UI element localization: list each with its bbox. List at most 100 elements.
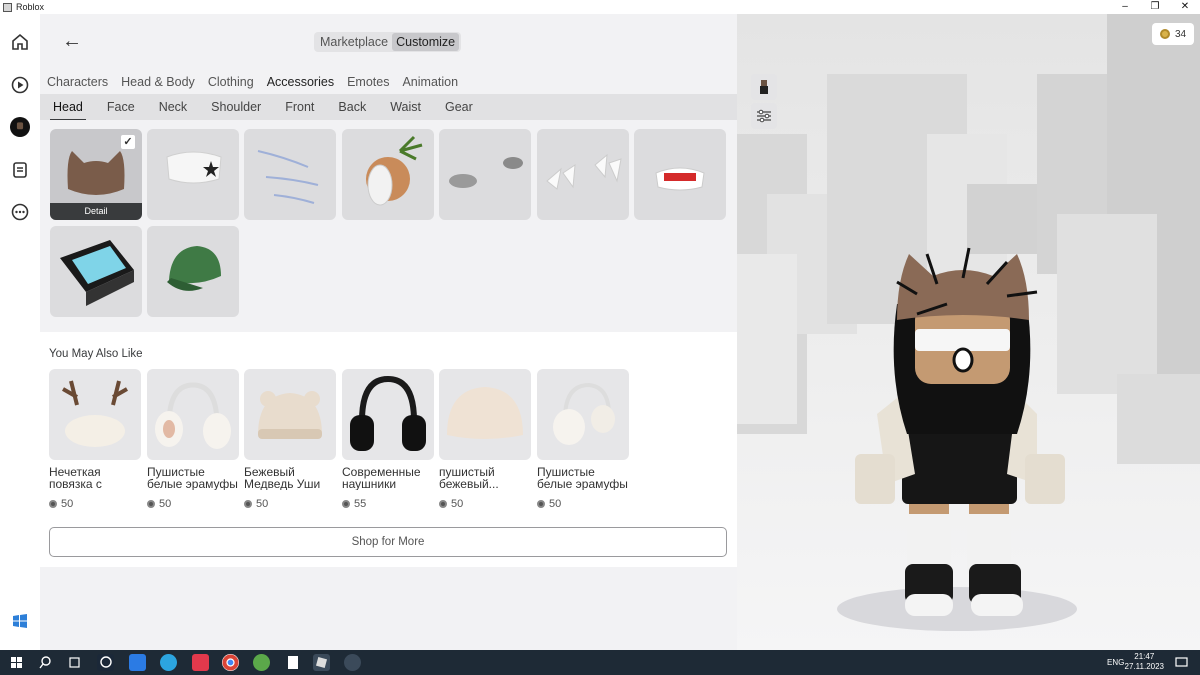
category-tabs: Characters Head & Body Clothing Accessor…	[40, 70, 737, 94]
subtab-back[interactable]: Back	[338, 100, 366, 114]
subtab-gear[interactable]: Gear	[445, 100, 473, 114]
item-name: Нечеткая повязка с	[49, 466, 102, 490]
inventory-item-cat-ear-hat[interactable]: ✓ Detail	[50, 129, 142, 220]
coconut-headphones-thumbnail	[366, 135, 423, 206]
tab-characters[interactable]: Characters	[47, 75, 108, 89]
antler-headband-thumbnail	[49, 369, 141, 460]
recommendation-item[interactable]: Пушистые белые эрамуфы 50	[537, 369, 629, 510]
media-app-icon[interactable]	[192, 654, 209, 671]
sliders-icon	[757, 109, 771, 123]
customize-tab[interactable]: Customize	[392, 33, 460, 51]
tab-animation[interactable]: Animation	[402, 75, 458, 89]
avatar-icon[interactable]	[10, 117, 30, 137]
avatar-preview-toggle[interactable]	[751, 74, 777, 100]
item-price: 50	[244, 498, 336, 510]
robux-balance[interactable]: 34	[1152, 23, 1194, 45]
equipped-check-icon: ✓	[121, 135, 135, 149]
more-icon[interactable]	[10, 202, 30, 222]
shop-for-more-button[interactable]: Shop for More	[49, 527, 727, 557]
clock[interactable]: 21:47 27.11.2023	[1125, 652, 1164, 672]
star-beanie-thumbnail	[166, 151, 222, 184]
item-name: Пушистые белые эрамуфы	[147, 466, 238, 490]
subtab-front[interactable]: Front	[285, 100, 314, 114]
settings-sliders-button[interactable]	[751, 103, 777, 129]
recommendation-item[interactable]: Современные наушники 55	[342, 369, 434, 510]
telegram-icon[interactable]	[160, 654, 177, 671]
item-price: 50	[537, 498, 629, 510]
catalog-icon[interactable]	[10, 160, 30, 180]
subtab-shoulder[interactable]: Shoulder	[211, 100, 261, 114]
chrome-icon[interactable]	[222, 654, 239, 671]
inventory-item-sparkle-strands[interactable]	[244, 129, 336, 220]
restore-button[interactable]: ❐	[1140, 0, 1170, 14]
item-price: 50	[147, 498, 239, 510]
back-button[interactable]: ←	[62, 30, 82, 53]
inventory-item-clip-accessory[interactable]	[439, 129, 531, 220]
zoom-app-icon[interactable]	[129, 654, 146, 671]
fluffy-earmuffs-thumbnail	[537, 369, 629, 460]
roblox-taskbar-icon[interactable]	[313, 654, 330, 671]
customize-header: ← Marketplace Customize	[40, 14, 737, 70]
subtab-face[interactable]: Face	[107, 100, 135, 114]
tab-accessories[interactable]: Accessories	[267, 75, 334, 89]
robux-icon	[439, 500, 447, 508]
robux-icon	[244, 500, 252, 508]
file-icon[interactable]	[284, 654, 301, 671]
close-button[interactable]: ✕	[1170, 0, 1200, 14]
roblox-app-icon	[3, 2, 12, 12]
recommendation-item[interactable]: Пушистые белые эрамуфы 50	[147, 369, 239, 510]
inventory-item-green-plaid-cap[interactable]	[147, 226, 239, 317]
avatar-viewport[interactable]: 34	[737, 14, 1200, 650]
inventory-item-coconut-headphones[interactable]	[342, 129, 434, 220]
task-view-icon[interactable]	[66, 654, 83, 671]
robux-icon	[147, 500, 155, 508]
item-name: пушистый бежевый...	[439, 466, 499, 490]
subtab-neck[interactable]: Neck	[159, 100, 187, 114]
windows-taskbar: ENG 21:47 27.11.2023	[0, 650, 1200, 675]
mode-switch: Marketplace Customize	[314, 32, 462, 52]
window-title: Roblox	[16, 2, 45, 12]
subtab-waist[interactable]: Waist	[390, 100, 421, 114]
minimize-button[interactable]: –	[1110, 0, 1140, 14]
modern-headphones-thumbnail	[342, 369, 434, 460]
recommendation-item[interactable]: пушистый бежевый... 50	[439, 369, 531, 510]
green-plaid-cap-thumbnail	[167, 246, 221, 291]
detail-button[interactable]: Detail	[50, 203, 142, 220]
start-icon[interactable]	[8, 654, 25, 671]
inventory-item-star-beanie[interactable]	[147, 129, 239, 220]
recommendation-item[interactable]: Нечеткая повязка с 50	[49, 369, 141, 510]
fluffy-beige-hat-thumbnail	[439, 369, 531, 460]
recommendations-section: You May Also Like Нечеткая повязка с 50 …	[40, 332, 737, 567]
white-bows-thumbnail	[546, 153, 622, 190]
subtab-head[interactable]: Head	[50, 100, 86, 121]
inventory-item-roblox-visor[interactable]	[634, 129, 726, 220]
recommendations-title: You May Also Like	[49, 348, 143, 360]
robux-icon	[49, 500, 57, 508]
avatar-scene	[737, 14, 1200, 631]
recommendation-item[interactable]: Бежевый Медведь Уши 50	[244, 369, 336, 510]
tab-clothing[interactable]: Clothing	[208, 75, 254, 89]
steam-icon[interactable]	[97, 654, 114, 671]
tab-emotes[interactable]: Emotes	[347, 75, 389, 89]
robux-icon	[537, 500, 545, 508]
language-indicator[interactable]: ENG	[1107, 658, 1124, 667]
clip-accessory-thumbnail	[449, 157, 523, 188]
roblox-studio-icon[interactable]	[344, 654, 361, 671]
beige-bear-hat-thumbnail	[244, 369, 336, 460]
marketplace-tab[interactable]: Marketplace	[316, 33, 392, 51]
item-name: Бежевый Медведь Уши	[244, 466, 321, 490]
notifications-icon[interactable]	[1173, 654, 1190, 671]
tab-head-body[interactable]: Head & Body	[121, 75, 195, 89]
home-icon[interactable]	[10, 32, 30, 52]
item-price: 50	[49, 498, 141, 510]
play-icon[interactable]	[10, 75, 30, 95]
inventory-item-neon-book-hat[interactable]	[50, 226, 142, 317]
inventory-item-white-bows[interactable]	[537, 129, 629, 220]
xbox-icon[interactable]	[253, 654, 270, 671]
sparkle-strands-thumbnail	[257, 150, 319, 204]
search-icon[interactable]	[37, 654, 54, 671]
fluffy-earmuffs-thumbnail	[147, 369, 239, 460]
item-price: 50	[439, 498, 531, 510]
empty-area	[40, 567, 737, 650]
avatar-thumb-icon	[760, 80, 768, 94]
